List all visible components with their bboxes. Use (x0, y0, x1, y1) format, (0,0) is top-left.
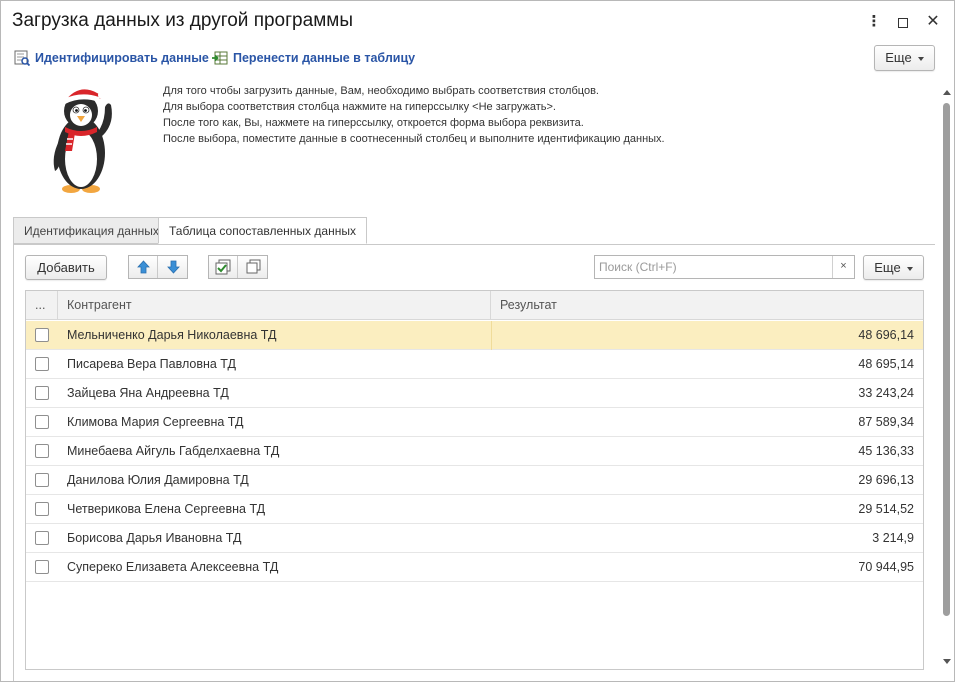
counterparty-cell: Данилова Юлия Дамировна ТД (67, 473, 249, 487)
arrow-up-icon (137, 260, 150, 274)
counterparty-cell: Супереко Елизавета Алексеевна ТД (67, 560, 279, 574)
row-checkbox[interactable] (35, 560, 49, 574)
move-down-button[interactable] (159, 256, 188, 278)
check-buttons-group (208, 255, 268, 279)
row-checkbox[interactable] (35, 473, 49, 487)
move-buttons-group (128, 255, 188, 279)
instruction-line: После того как, Вы, нажмете на гиперссыл… (163, 117, 584, 129)
add-button[interactable]: Добавить (25, 255, 107, 280)
counterparty-cell: Климова Мария Сергеевна ТД (67, 415, 244, 429)
check-all-icon (215, 259, 231, 275)
commandbar-more-label: Еще (885, 50, 912, 65)
tab-matched-table[interactable]: Таблица сопоставленных данных (158, 217, 367, 244)
clear-search-icon[interactable]: × (832, 256, 854, 278)
table-row[interactable]: Зайцева Яна Андреевна ТД 33 243,24 (26, 379, 923, 408)
arrow-down-icon (167, 260, 180, 274)
header-result[interactable]: Результат (500, 291, 557, 320)
identify-data-label: Идентифицировать данные (35, 51, 209, 65)
result-cell: 45 136,33 (858, 444, 914, 458)
counterparty-cell: Четверикова Елена Сергеевна ТД (67, 502, 266, 516)
result-cell: 48 695,14 (858, 357, 914, 371)
table-row[interactable]: Супереко Елизавета Алексеевна ТД 70 944,… (26, 553, 923, 582)
row-checkbox[interactable] (35, 386, 49, 400)
row-checkbox[interactable] (35, 502, 49, 516)
transfer-to-table-icon (212, 51, 228, 65)
scroll-thumb[interactable] (943, 103, 950, 616)
uncheck-all-button[interactable] (239, 256, 268, 278)
row-checkbox[interactable] (35, 531, 49, 545)
column-separator (490, 291, 491, 320)
instruction-line: Для выбора соответствия столбца нажмите … (163, 101, 556, 113)
row-checkbox[interactable] (35, 328, 49, 342)
transfer-to-table-button[interactable]: Перенести данные в таблицу (212, 50, 415, 66)
column-separator (57, 291, 58, 320)
counterparty-cell: Минебаева Айгуль Габделхаевна ТД (67, 444, 280, 458)
table-row[interactable]: Писарева Вера Павловна ТД 48 695,14 (26, 350, 923, 379)
result-cell: 29 514,52 (858, 502, 914, 516)
result-cell: 87 589,34 (858, 415, 914, 429)
result-cell: 29 696,13 (858, 473, 914, 487)
move-up-button[interactable] (129, 256, 158, 278)
check-all-button[interactable] (209, 256, 238, 278)
counterparty-cell: Борисова Дарья Ивановна ТД (67, 531, 242, 545)
table-more-button[interactable]: Еще (863, 255, 924, 280)
maximize-icon[interactable] (892, 11, 914, 33)
title-bar: Загрузка данных из другой программы ⋮ ✕ (1, 1, 954, 43)
result-cell: 3 214,9 (872, 531, 914, 545)
table-row[interactable]: Мельниченко Дарья Николаевна ТД 48 696,1… (26, 321, 923, 350)
window-title: Загрузка данных из другой программы (12, 10, 353, 31)
chevron-down-icon (917, 56, 924, 61)
close-icon[interactable]: ✕ (922, 11, 944, 33)
vertical-scrollbar[interactable] (940, 87, 954, 667)
table-row[interactable]: Данилова Юлия Дамировна ТД 29 696,13 (26, 466, 923, 495)
instruction-line: Для того чтобы загрузить данные, Вам, не… (163, 85, 599, 97)
commandbar-more-button[interactable]: Еще (874, 45, 935, 71)
instruction-line: После выбора, поместите данные в соотнес… (163, 133, 665, 145)
table-row[interactable]: Минебаева Айгуль Габделхаевна ТД 45 136,… (26, 437, 923, 466)
dialog-window: Загрузка данных из другой программы ⋮ ✕ … (0, 0, 955, 682)
result-cell: 48 696,14 (858, 328, 914, 342)
uncheck-all-icon (246, 259, 261, 274)
result-cell: 33 243,24 (858, 386, 914, 400)
penguin-mascot-icon (53, 89, 112, 193)
instruction-text: Для того чтобы загрузить данные, Вам, не… (163, 83, 665, 147)
matched-data-table: ... Контрагент Результат Мельниченко Дар… (25, 290, 924, 670)
row-checkbox[interactable] (35, 444, 49, 458)
search-field: × (594, 255, 855, 279)
table-row[interactable]: Борисова Дарья Ивановна ТД 3 214,9 (26, 524, 923, 553)
scroll-down-icon[interactable] (943, 659, 951, 664)
counterparty-cell: Писарева Вера Павловна ТД (67, 357, 236, 371)
identify-data-icon (14, 50, 30, 66)
header-counterparty[interactable]: Контрагент (67, 291, 132, 320)
scroll-up-icon[interactable] (943, 90, 951, 95)
chevron-down-icon (906, 266, 913, 271)
window-more-icon[interactable]: ⋮ (863, 11, 885, 33)
tab-identification[interactable]: Идентификация данных (13, 217, 170, 244)
table-row[interactable]: Четверикова Елена Сергеевна ТД 29 514,52 (26, 495, 923, 524)
counterparty-cell: Зайцева Яна Андреевна ТД (67, 386, 229, 400)
search-input[interactable] (595, 256, 830, 278)
header-check-column[interactable]: ... (35, 291, 55, 320)
row-checkbox[interactable] (35, 357, 49, 371)
result-cell: 70 944,95 (858, 560, 914, 574)
table-more-label: Еще (874, 260, 901, 275)
counterparty-cell: Мельниченко Дарья Николаевна ТД (67, 328, 277, 342)
table-header: ... Контрагент Результат (26, 291, 923, 320)
transfer-to-table-label: Перенести данные в таблицу (233, 51, 416, 65)
row-checkbox[interactable] (35, 415, 49, 429)
table-row[interactable]: Климова Мария Сергеевна ТД 87 589,34 (26, 408, 923, 437)
identify-data-button[interactable]: Идентифицировать данные (14, 50, 209, 66)
